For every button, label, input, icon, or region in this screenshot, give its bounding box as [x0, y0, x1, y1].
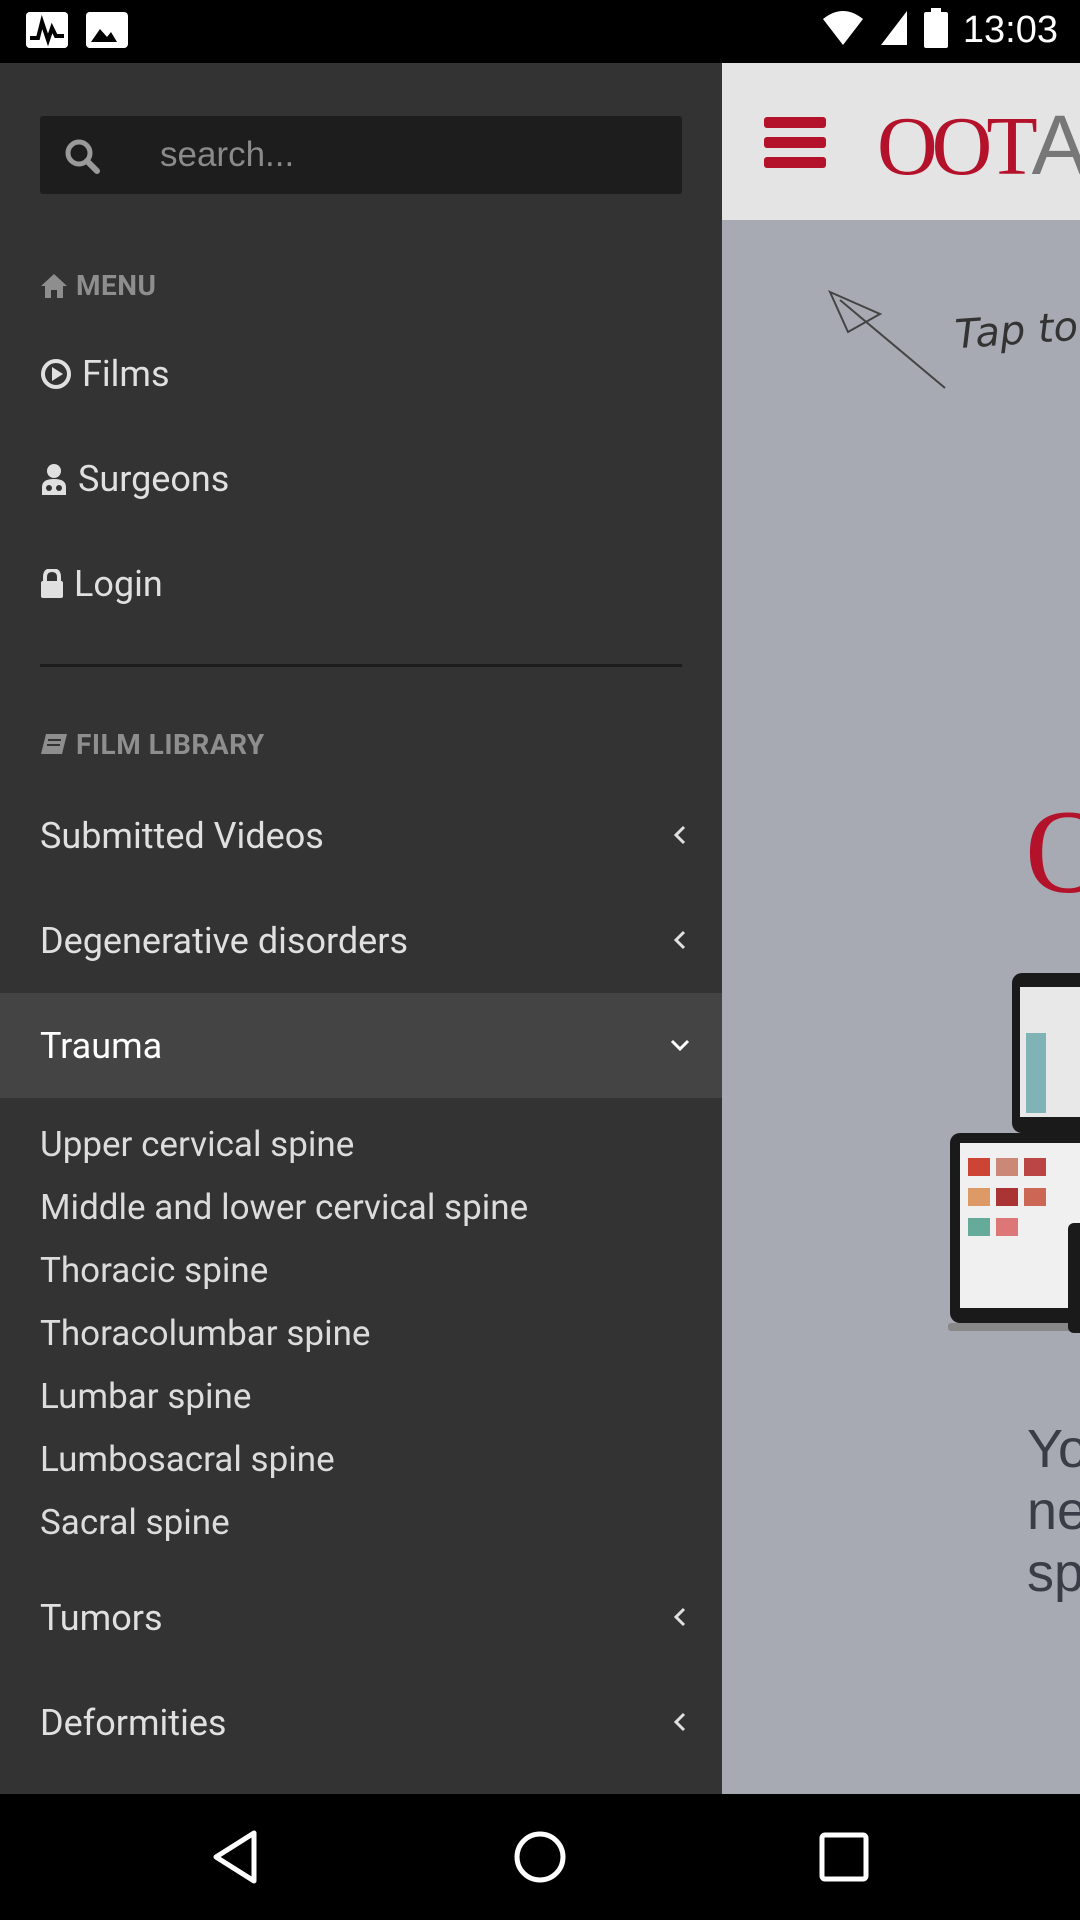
film-library-heading-label: FILM LIBRARY	[76, 728, 265, 761]
book-icon	[41, 733, 67, 754]
library-item-tumors[interactable]: Tumors	[0, 1565, 722, 1670]
wifi-icon	[821, 9, 865, 51]
clock: 13:03	[962, 8, 1058, 51]
promo-text: Yo ne sp	[1027, 1419, 1080, 1603]
hint-arrow-icon	[828, 290, 946, 389]
library-item-label: Deformities	[40, 1701, 227, 1744]
status-bar: 13:03	[0, 0, 1080, 63]
submenu-item-upper-cervical-spine[interactable]: Upper cervical spine	[40, 1113, 528, 1176]
divider	[40, 664, 682, 667]
film-library-heading: FILM LIBRARY	[40, 728, 265, 761]
chevron-left-icon	[673, 825, 686, 845]
trauma-submenu: Upper cervical spine Middle and lower ce…	[40, 1113, 528, 1554]
submenu-item-lumbar-spine[interactable]: Lumbar spine	[40, 1365, 528, 1428]
battery-icon	[923, 8, 949, 52]
devices-illustration	[948, 973, 1080, 1333]
menu-item-label: Surgeons	[78, 458, 230, 500]
chevron-left-icon	[673, 1712, 686, 1732]
menu-item-label: Login	[74, 563, 163, 605]
submenu-item-thoracolumbar-spine[interactable]: Thoracolumbar spine	[40, 1302, 528, 1365]
search-icon	[65, 139, 100, 174]
promo-logo-letter: O	[1025, 785, 1080, 918]
cell-signal-icon	[879, 9, 909, 51]
menu-heading: MENU	[40, 269, 156, 302]
search-bar	[40, 116, 682, 194]
home-icon	[41, 273, 67, 298]
library-item-label: Trauma	[40, 1024, 163, 1067]
chevron-left-icon	[673, 1607, 686, 1627]
library-item-label: Submitted Videos	[40, 814, 324, 857]
site-logo[interactable]: OOTA	[877, 97, 1080, 195]
library-item-deformities[interactable]: Deformities	[0, 1670, 722, 1775]
home-button[interactable]	[510, 1827, 570, 1887]
app-header: OOTA	[722, 63, 1080, 220]
menu-item-surgeons[interactable]: Surgeons	[40, 458, 229, 500]
library-item-trauma[interactable]: Trauma	[0, 993, 722, 1098]
search-input[interactable]	[160, 116, 660, 194]
library-item-label: Tumors	[40, 1596, 163, 1639]
play-circle-icon	[41, 359, 71, 389]
menu-item-label: Films	[82, 353, 170, 395]
submenu-item-sacral-spine[interactable]: Sacral spine	[40, 1491, 528, 1554]
submenu-item-middle-lower-cervical-spine[interactable]: Middle and lower cervical spine	[40, 1176, 528, 1239]
submenu-item-lumbosacral-spine[interactable]: Lumbosacral spine	[40, 1428, 528, 1491]
hamburger-menu-icon[interactable]	[764, 117, 826, 169]
recents-button[interactable]	[814, 1827, 874, 1887]
chevron-left-icon	[673, 930, 686, 950]
menu-item-films[interactable]: Films	[40, 353, 170, 395]
lock-icon	[41, 569, 63, 598]
activity-monitor-icon	[26, 12, 68, 48]
tap-hint-text: Tap to	[953, 303, 1080, 359]
library-item-label: Degenerative disorders	[40, 919, 409, 962]
system-navigation-bar	[0, 1794, 1080, 1920]
user-md-icon	[42, 464, 66, 495]
back-button[interactable]	[206, 1827, 266, 1887]
library-item-degenerative-disorders[interactable]: Degenerative disorders	[0, 888, 722, 993]
chevron-down-icon	[670, 1039, 690, 1052]
menu-heading-label: MENU	[76, 269, 157, 302]
image-notification-icon	[86, 12, 128, 48]
library-item-submitted-videos[interactable]: Submitted Videos	[0, 783, 722, 888]
navigation-drawer: MENU Films Surgeons Login FILM LIBR	[0, 63, 722, 1794]
submenu-item-thoracic-spine[interactable]: Thoracic spine	[40, 1239, 528, 1302]
menu-item-login[interactable]: Login	[40, 563, 163, 605]
